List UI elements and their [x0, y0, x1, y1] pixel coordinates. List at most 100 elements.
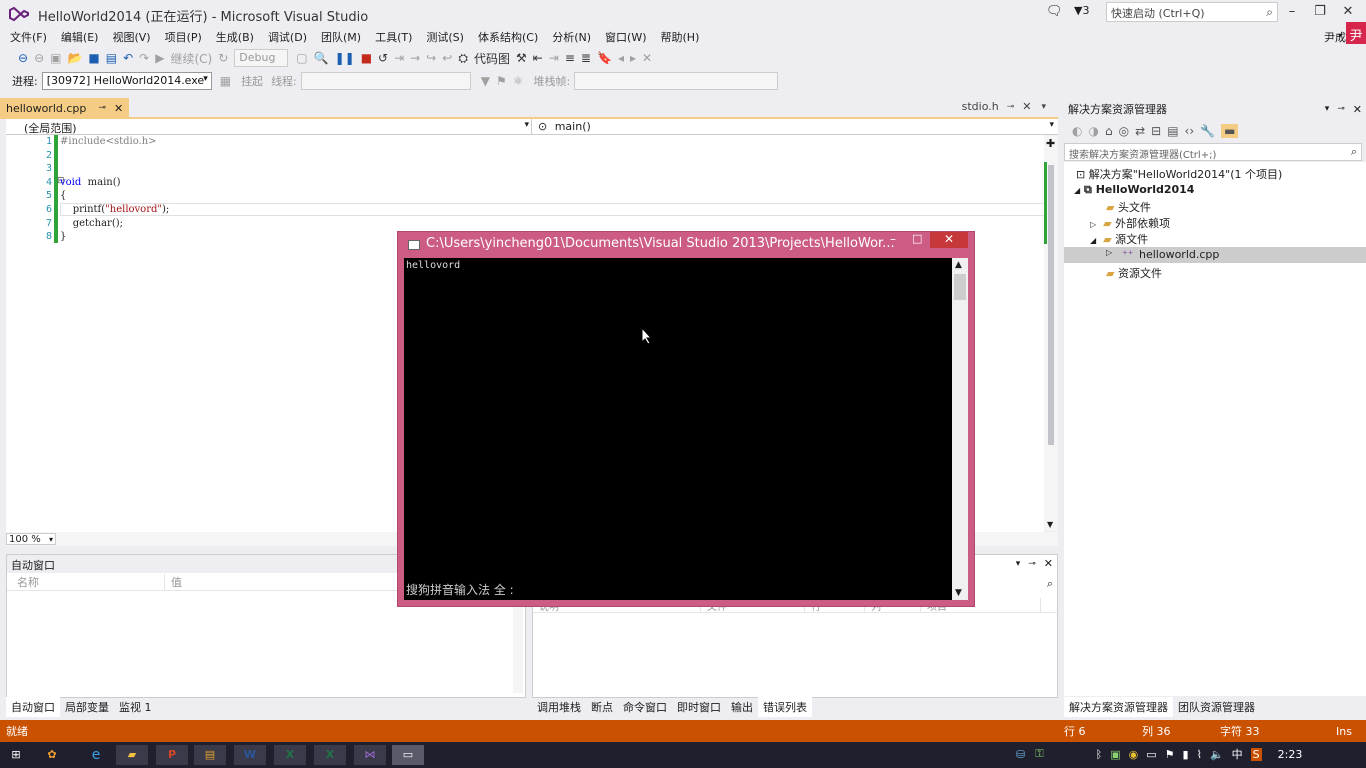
pin-icon[interactable]: ⊸: [1337, 104, 1345, 114]
config-dropdown[interactable]: Debug: [234, 49, 289, 67]
visual-studio-icon[interactable]: ⋈: [354, 745, 386, 765]
code-line[interactable]: [60, 162, 1040, 176]
scroll-down-icon[interactable]: ▼: [955, 588, 962, 598]
bookmark-icon[interactable]: 🔖: [597, 51, 612, 65]
code-text[interactable]: #include<stdio.h> void main(){ printf("he…: [60, 135, 1040, 244]
console-scrollbar[interactable]: ▲ ▼: [952, 258, 968, 600]
quick-launch-input[interactable]: 快速启动 (Ctrl+Q) ⌕: [1106, 2, 1278, 22]
collapse-all-icon[interactable]: ⊟: [1151, 124, 1161, 138]
indent-icon[interactable]: ⇤: [533, 51, 543, 65]
browse-icon[interactable]: 🔍: [314, 51, 329, 65]
scrollbar-thumb[interactable]: [954, 274, 966, 300]
view-code-icon[interactable]: ‹›: [1185, 124, 1195, 138]
find-icon[interactable]: ▢: [296, 51, 307, 65]
forward-icon[interactable]: ◑: [1088, 124, 1098, 138]
step-over-icon[interactable]: ↪: [426, 51, 436, 65]
close-button[interactable]: ✕: [1334, 4, 1362, 19]
close-button[interactable]: ✕: [930, 232, 968, 248]
console-icon[interactable]: ▭: [392, 745, 424, 765]
thread-dropdown[interactable]: [300, 72, 471, 90]
clear-bookmarks-icon[interactable]: ✕: [642, 51, 652, 65]
split-icon[interactable]: ✚: [1046, 137, 1055, 150]
ie-icon[interactable]: e: [80, 745, 112, 765]
tab-output-1[interactable]: 断点: [586, 697, 618, 717]
tab-output-5[interactable]: 错误列表: [758, 697, 812, 717]
suspend-label[interactable]: 挂起: [241, 73, 263, 89]
menu-item-7[interactable]: 工具(T): [375, 29, 412, 45]
tab-autos-1[interactable]: 局部变量: [60, 697, 114, 717]
solution-search-input[interactable]: 搜索解决方案资源管理器(Ctrl+;) ⌕: [1064, 143, 1362, 161]
menu-item-1[interactable]: 编辑(E): [61, 29, 99, 45]
properties-icon[interactable]: 🔧: [1200, 124, 1215, 138]
tab-output-3[interactable]: 即时窗口: [672, 697, 726, 717]
column-name[interactable]: 名称: [7, 573, 165, 590]
column-value[interactable]: 值: [165, 574, 182, 590]
menu-item-5[interactable]: 调试(D): [268, 29, 307, 45]
save-icon[interactable]: ■: [88, 51, 99, 65]
scope-dropdown[interactable]: (全局范围) ▾: [6, 118, 532, 135]
menu-item-11[interactable]: 窗口(W): [605, 29, 646, 45]
menu-item-9[interactable]: 体系结构(C): [478, 29, 538, 45]
menu-item-12[interactable]: 帮助(H): [661, 29, 700, 45]
flag-icon[interactable]: ⚑: [1165, 748, 1175, 761]
excel-icon[interactable]: X: [274, 745, 306, 765]
tree-item-project[interactable]: ◢ ⧉ HelloWorld2014: [1074, 183, 1194, 197]
scroll-down-icon[interactable]: ▼: [1047, 520, 1053, 529]
start-icon[interactable]: ⊞: [0, 745, 32, 765]
menu-item-6[interactable]: 团队(M): [321, 29, 361, 45]
stop-icon[interactable]: ■: [361, 51, 372, 65]
sogou-icon[interactable]: S: [1250, 747, 1262, 761]
notification-flag[interactable]: ▼ 3: [1074, 4, 1089, 17]
folder-app-icon[interactable]: ▤: [194, 745, 226, 765]
stack-frame-dropdown[interactable]: [574, 72, 779, 90]
process-dropdown[interactable]: [30972] HelloWorld2014.exe ▾: [41, 72, 212, 90]
menu-item-2[interactable]: 视图(V): [112, 29, 150, 45]
pending-changes-icon[interactable]: ◎: [1119, 124, 1129, 138]
tree-item-external-deps[interactable]: ▷ ▰ 外部依赖项: [1090, 215, 1170, 231]
avatar[interactable]: 尹: [1346, 22, 1366, 44]
continue-label[interactable]: 继续(C): [170, 50, 212, 67]
menu-item-8[interactable]: 测试(S): [426, 29, 464, 45]
chevron-down-icon[interactable]: ▾: [1325, 104, 1330, 114]
tab-autos-2[interactable]: 监视 1: [114, 697, 157, 717]
save-all-icon[interactable]: ▤: [106, 51, 117, 65]
show-next-statement-icon[interactable]: ⇥: [394, 51, 404, 65]
refresh-icon[interactable]: ↻: [218, 51, 228, 65]
tree-item-helloworld-cpp[interactable]: ▷ ⁺⁺ helloworld.cpp: [1064, 247, 1366, 263]
menu-item-0[interactable]: 文件(F): [10, 29, 47, 45]
tab-autos-0[interactable]: 自动窗口: [6, 697, 60, 717]
back-icon[interactable]: ⊖: [18, 51, 28, 65]
restore-button[interactable]: ❐: [1306, 4, 1334, 19]
excel-icon-2[interactable]: X: [314, 745, 346, 765]
forward-icon[interactable]: ⊖: [34, 51, 44, 65]
battery-icon[interactable]: ▣: [1110, 748, 1120, 761]
tree-item-source-files[interactable]: ◢ ▰ 源文件: [1090, 231, 1148, 247]
close-icon[interactable]: ✕: [1044, 557, 1053, 570]
code-line[interactable]: void main(): [60, 176, 1040, 190]
user-name[interactable]: 尹成: [1324, 29, 1346, 45]
comment-icon[interactable]: ≡: [565, 51, 575, 65]
prev-bookmark-icon[interactable]: ◂: [618, 51, 624, 65]
network-icon[interactable]: ⛁: [1016, 748, 1025, 761]
close-icon[interactable]: ✕: [1022, 100, 1031, 113]
tab-solution-explorer[interactable]: 解决方案资源管理器: [1064, 697, 1173, 717]
pin-icon[interactable]: ⊸: [98, 103, 106, 113]
clock[interactable]: 2:23: [1278, 748, 1303, 761]
next-bookmark-icon[interactable]: ▸: [630, 51, 636, 65]
menu-item-4[interactable]: 生成(B): [216, 29, 254, 45]
threads-icon[interactable]: ⚛: [513, 74, 524, 88]
flag-icon[interactable]: ⚑: [496, 74, 507, 88]
wifi-icon[interactable]: ⌇: [1197, 748, 1202, 761]
open-icon[interactable]: 📂: [67, 51, 82, 65]
chevron-down-icon[interactable]: ▾: [1041, 102, 1046, 112]
explorer-icon[interactable]: ▰: [116, 745, 148, 765]
tools-icon[interactable]: ⚒: [516, 51, 527, 65]
display-icon[interactable]: ▭: [1146, 748, 1156, 761]
close-icon[interactable]: ✕: [1353, 103, 1362, 116]
menu-item-3[interactable]: 项目(P): [165, 29, 202, 45]
minimize-button[interactable]: –: [1278, 4, 1306, 19]
tree-item-header-files[interactable]: ▰ 头文件: [1106, 199, 1151, 215]
qq-icon[interactable]: ◉: [1129, 748, 1139, 761]
console-window[interactable]: C:\Users\yincheng01\Documents\Visual Stu…: [397, 231, 975, 607]
home-icon[interactable]: ⌂: [1105, 124, 1113, 138]
